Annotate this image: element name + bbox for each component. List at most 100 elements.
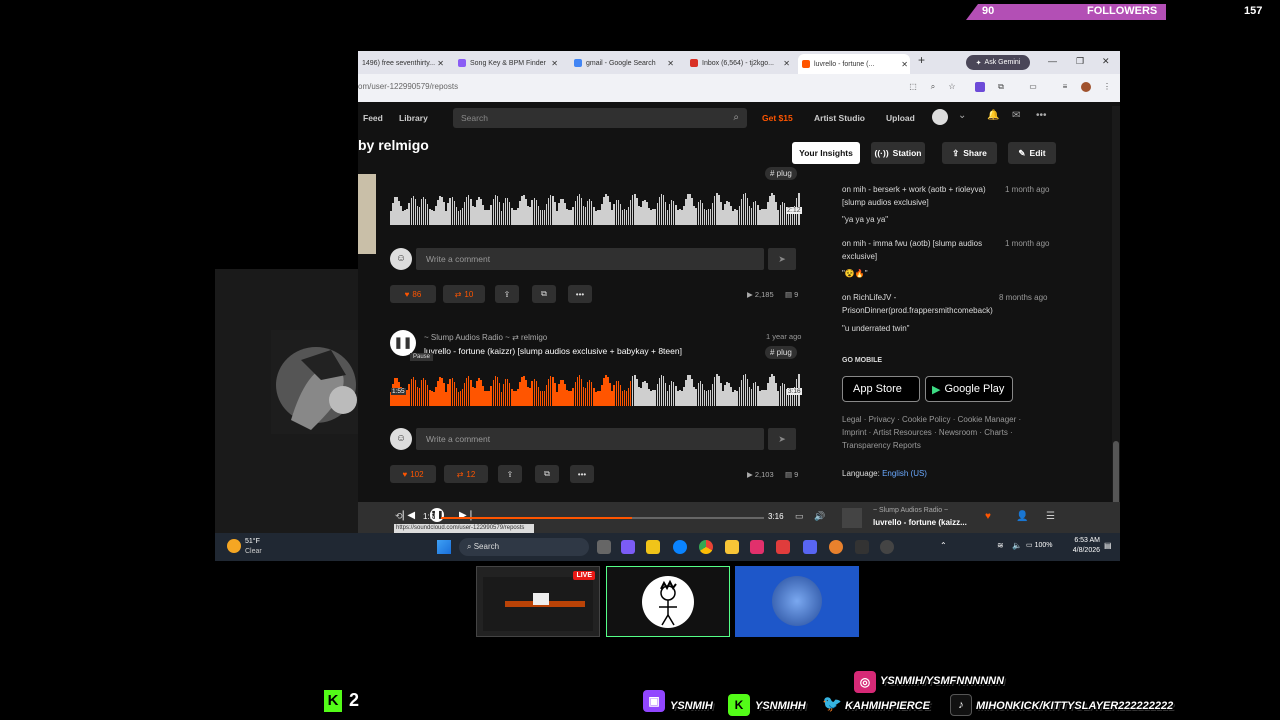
puzzle-icon[interactable]: ⧉: [996, 82, 1006, 92]
chevron-down-icon[interactable]: ⌄: [958, 110, 966, 121]
app-icon[interactable]: [776, 540, 790, 554]
comment-track-link[interactable]: mih - imma fwu (aotb) [slump audios excl…: [842, 239, 982, 261]
notification-icon[interactable]: ▤: [1104, 541, 1112, 550]
tab-2[interactable]: Song Key & BPM Finder ✕: [454, 55, 560, 71]
genre-tag[interactable]: # plug: [765, 346, 797, 359]
app-store-badge[interactable]: App Store: [842, 376, 920, 402]
now-playing-artwork[interactable]: [842, 508, 862, 528]
share-track-button[interactable]: ⇪: [498, 465, 522, 483]
send-icon[interactable]: ➤: [768, 428, 796, 450]
taskbar-search[interactable]: ⌕ Search: [459, 538, 589, 556]
skip-icon[interactable]: ▶❘: [459, 510, 475, 521]
search-icon[interactable]: ⌕: [733, 112, 739, 123]
follow-icon[interactable]: 👤: [1016, 511, 1028, 522]
weather-temp[interactable]: 51°F: [245, 538, 260, 545]
like-button[interactable]: ♥ 86: [390, 285, 436, 303]
nav-artist-studio[interactable]: Artist Studio: [814, 113, 865, 123]
share-button[interactable]: ⇪ Share: [942, 142, 997, 164]
edge-icon[interactable]: [673, 540, 687, 554]
minimize-icon[interactable]: —: [1048, 56, 1057, 66]
copy-link-button[interactable]: ⧉: [535, 465, 559, 483]
close-icon[interactable]: ✕: [437, 59, 444, 68]
progress-track[interactable]: [441, 517, 764, 519]
genre-tag[interactable]: # plug: [765, 167, 797, 180]
bell-icon[interactable]: 🔔: [987, 110, 999, 121]
google-play-badge[interactable]: ▶ Google Play: [925, 376, 1013, 402]
footer-links[interactable]: Legal · Privacy · Cookie Policy · Cookie…: [842, 413, 1042, 452]
insights-button[interactable]: Your Insights: [792, 142, 860, 164]
tab-4[interactable]: Inbox (6,564) - tj2kgo... ✕: [686, 55, 792, 71]
close-icon[interactable]: ✕: [667, 59, 674, 68]
clock-date[interactable]: 4/8/2026: [1066, 547, 1100, 554]
tab-1[interactable]: 1496) free seventhirty... ✕: [358, 55, 446, 71]
chrome-canary-icon[interactable]: [829, 540, 843, 554]
file-explorer-icon[interactable]: [725, 540, 739, 554]
tray-chevron-icon[interactable]: ⌃: [940, 541, 947, 550]
window-thumbnail-avatar[interactable]: [606, 566, 730, 637]
url-field[interactable]: om/user-122990579/reposts: [358, 82, 458, 91]
star-icon[interactable]: ☆: [947, 82, 957, 92]
tab-5-active[interactable]: luvrello - fortune (... ✕: [798, 54, 910, 74]
more-icon[interactable]: •••: [1036, 110, 1047, 121]
waveform[interactable]: [390, 187, 800, 225]
reposter-name[interactable]: relmigo: [521, 333, 547, 342]
zoom-icon[interactable]: ⌕: [928, 82, 938, 92]
more-button[interactable]: •••: [570, 465, 594, 483]
now-playing-artist[interactable]: ~ Slump Audios Radio ~: [873, 507, 948, 514]
heart-icon[interactable]: ♥: [985, 511, 991, 522]
speaker-icon[interactable]: 🔈: [1012, 541, 1022, 550]
user-avatar[interactable]: [932, 109, 948, 125]
search-input[interactable]: Search ⌕: [453, 108, 747, 128]
nav-feed[interactable]: Feed: [363, 113, 383, 123]
edit-button[interactable]: ✎ Edit: [1008, 142, 1056, 164]
send-icon[interactable]: ➤: [768, 248, 796, 270]
close-window-icon[interactable]: ✕: [1102, 56, 1110, 67]
now-playing-title[interactable]: luvrello - fortune (kaizz...: [873, 518, 967, 527]
station-button[interactable]: ((·)) Station: [871, 142, 925, 164]
like-button[interactable]: ♥ 102: [390, 465, 436, 483]
profile-avatar-icon[interactable]: [1081, 82, 1091, 92]
queue-icon[interactable]: ☰: [1046, 511, 1055, 522]
nav-upload[interactable]: Upload: [886, 113, 915, 123]
get-plus-link[interactable]: Get $15: [762, 113, 793, 123]
new-tab-icon[interactable]: +: [918, 53, 925, 67]
repost-button[interactable]: ⇄ 10: [443, 285, 485, 303]
instagram-app-icon[interactable]: [750, 540, 764, 554]
nav-library[interactable]: Library: [399, 113, 428, 123]
share-track-button[interactable]: ⇪: [495, 285, 519, 303]
close-icon[interactable]: ✕: [901, 60, 908, 69]
more-button[interactable]: •••: [568, 285, 592, 303]
wifi-icon[interactable]: ≋: [997, 541, 1004, 550]
comment-track-link[interactable]: mih - berserk + work (aotb + rioleyva) […: [842, 185, 986, 207]
store-icon[interactable]: [646, 540, 660, 554]
ask-gemini-button[interactable]: ✦ Ask Gemini: [966, 55, 1030, 70]
scrollbar[interactable]: [1112, 106, 1120, 521]
window-thumbnail-browser[interactable]: LIVE: [476, 566, 600, 637]
battery-level[interactable]: ▭ 100%: [1026, 541, 1052, 549]
track-title[interactable]: luvrello - fortune (kaizzr) [slump audio…: [424, 346, 682, 356]
language-link[interactable]: English (US): [882, 469, 927, 478]
discord-icon[interactable]: [803, 540, 817, 554]
task-view-icon[interactable]: [597, 540, 611, 554]
tab-3[interactable]: gmail - Google Search ✕: [570, 55, 676, 71]
waveform-playing[interactable]: [390, 368, 800, 406]
close-icon[interactable]: ✕: [783, 59, 790, 68]
clock-time[interactable]: 6:53 AM: [1066, 537, 1100, 544]
window-thumbnail-blue[interactable]: [735, 566, 859, 637]
close-icon[interactable]: ✕: [551, 59, 558, 68]
uploader-name[interactable]: Slump Audios Radio: [431, 333, 503, 342]
comment-track-link[interactable]: RichLifeJV - PrisonDinner(prod.frappersm…: [842, 293, 993, 315]
chrome-icon[interactable]: [699, 540, 713, 554]
sidebar-icon[interactable]: ▭: [1028, 82, 1038, 92]
comment-input[interactable]: Write a comment: [416, 428, 764, 450]
install-icon[interactable]: ⬚: [908, 82, 918, 92]
cast-icon[interactable]: ▭: [795, 511, 804, 522]
copilot-icon[interactable]: [621, 540, 635, 554]
comment-input[interactable]: Write a comment: [416, 248, 764, 270]
repeat-icon[interactable]: ⟲: [395, 511, 403, 522]
media-app-icon[interactable]: [880, 540, 894, 554]
repost-button[interactable]: ⇄ 12: [444, 465, 488, 483]
extension-icon[interactable]: [975, 82, 985, 92]
menu-icon[interactable]: ⋮: [1102, 82, 1112, 92]
obs-icon[interactable]: [855, 540, 869, 554]
